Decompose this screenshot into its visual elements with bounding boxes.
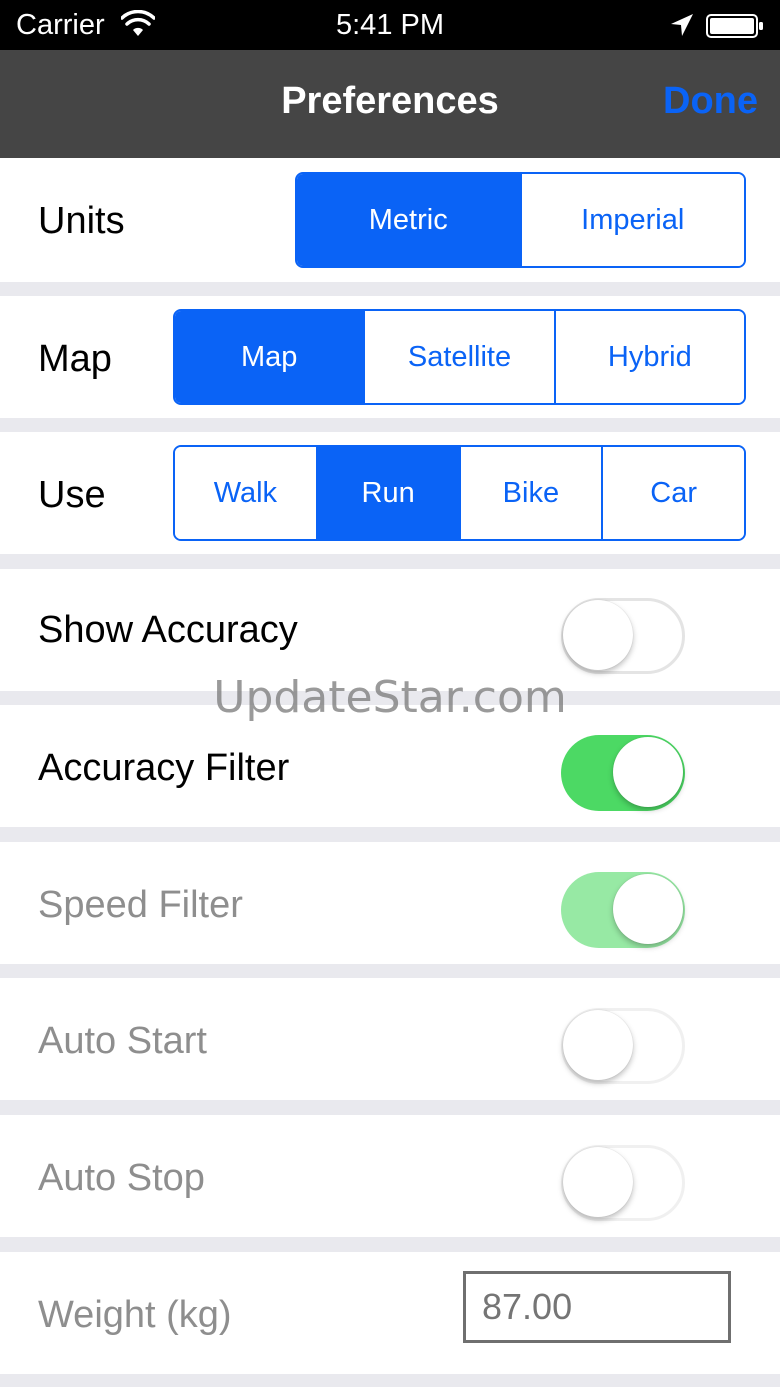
speed-filter-toggle[interactable] (561, 872, 685, 948)
toggle-knob (563, 1147, 633, 1217)
speed-filter-label: Speed Filter (38, 884, 243, 926)
location-arrow-icon (671, 14, 693, 36)
done-button[interactable]: Done (663, 80, 758, 123)
use-label: Use (38, 474, 106, 516)
accuracy-filter-label: Accuracy Filter (38, 747, 290, 789)
toggle-knob (613, 737, 683, 807)
navigation-bar: Preferences Done (0, 50, 780, 158)
auto-start-label: Auto Start (38, 1020, 207, 1062)
use-segmented-control: Walk Run Bike Car (173, 445, 746, 541)
accuracy-filter-row: Accuracy Filter (0, 705, 780, 827)
units-option-imperial[interactable]: Imperial (519, 174, 744, 266)
units-label: Units (38, 200, 125, 242)
use-option-walk[interactable]: Walk (175, 447, 316, 539)
map-row: Map Map Satellite Hybrid (0, 296, 780, 418)
map-option-map[interactable]: Map (175, 311, 364, 403)
map-label: Map (38, 338, 112, 380)
use-option-bike[interactable]: Bike (458, 447, 602, 539)
use-option-car[interactable]: Car (601, 447, 744, 539)
status-time: 5:41 PM (336, 9, 444, 41)
units-segmented-control: Metric Imperial (295, 172, 746, 268)
weight-input[interactable] (463, 1271, 731, 1343)
use-option-run[interactable]: Run (315, 447, 459, 539)
map-option-satellite[interactable]: Satellite (363, 311, 554, 403)
auto-stop-toggle[interactable] (561, 1145, 685, 1221)
toggle-knob (563, 600, 633, 670)
units-option-metric[interactable]: Metric (297, 174, 520, 266)
accuracy-filter-toggle[interactable] (561, 735, 685, 811)
auto-start-toggle[interactable] (561, 1008, 685, 1084)
status-bar: Carrier 5:41 PM (0, 0, 780, 50)
map-segmented-control: Map Satellite Hybrid (173, 309, 746, 405)
show-accuracy-toggle[interactable] (561, 598, 685, 674)
battery-icon (706, 14, 763, 38)
auto-stop-label: Auto Stop (38, 1157, 205, 1199)
weight-row: Weight (kg) (0, 1252, 780, 1374)
map-option-hybrid[interactable]: Hybrid (553, 311, 744, 403)
toggle-knob (563, 1010, 633, 1080)
show-accuracy-label: Show Accuracy (38, 609, 298, 651)
auto-stop-row: Auto Stop (0, 1115, 780, 1237)
toggle-knob (613, 874, 683, 944)
units-row: Units Metric Imperial (0, 158, 780, 282)
speed-filter-row: Speed Filter (0, 842, 780, 964)
weight-label: Weight (kg) (38, 1294, 232, 1336)
auto-start-row: Auto Start (0, 978, 780, 1100)
use-row: Use Walk Run Bike Car (0, 432, 780, 554)
show-accuracy-row: Show Accuracy (0, 569, 780, 691)
